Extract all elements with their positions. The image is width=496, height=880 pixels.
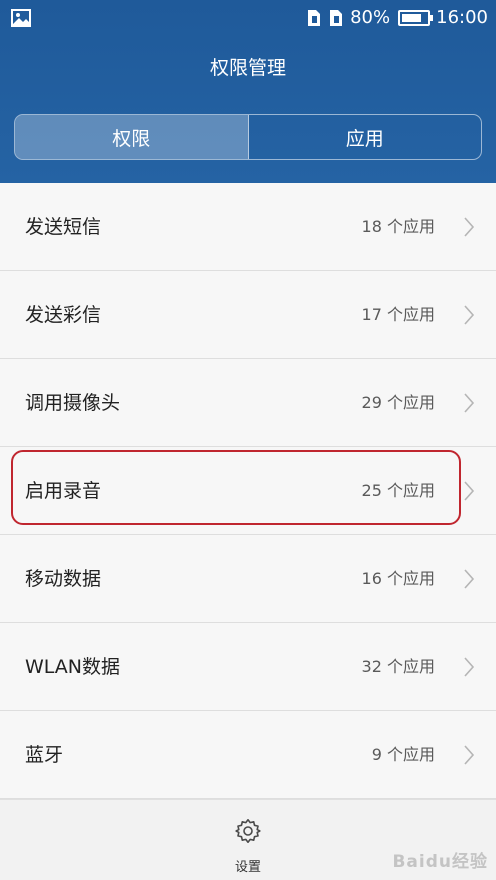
permission-label: 蓝牙 [25,744,64,766]
tab-switcher: 权限 应用 [14,114,482,160]
app-count: 16 个应用 [361,569,435,588]
status-bar: 80% 16:00 [0,0,496,36]
permission-row-camera[interactable]: 调用摄像头 29 个应用 [0,359,496,447]
chevron-right-icon [464,393,475,413]
bottom-bar: 设置 Baidu经验 [0,799,496,880]
app-count: 29 个应用 [361,393,435,412]
permission-row-mobile-data[interactable]: 移动数据 16 个应用 [0,535,496,623]
permission-row-record-audio[interactable]: 启用录音 25 个应用 [0,447,496,535]
app-count: 25 个应用 [361,481,435,500]
settings-button[interactable]: 设置 [218,816,278,876]
sim-card-2-icon [330,10,343,26]
permission-label: 移动数据 [25,568,102,590]
permission-label: 发送彩信 [25,304,102,326]
permission-row-wlan-data[interactable]: WLAN数据 32 个应用 [0,623,496,711]
permission-list: 发送短信 18 个应用 发送彩信 17 个应用 调用摄像头 29 个应用 启用录… [0,183,496,799]
chevron-right-icon [464,481,475,501]
permission-row-bluetooth[interactable]: 蓝牙 9 个应用 [0,711,496,799]
watermark: Baidu经验 [392,852,488,872]
tab-apps[interactable]: 应用 [249,115,482,159]
chevron-right-icon [464,569,475,589]
permission-label: 发送短信 [25,216,102,238]
app-count: 32 个应用 [361,657,435,676]
battery-icon [398,10,434,26]
tab-permissions[interactable]: 权限 [15,115,249,159]
app-count: 17 个应用 [361,305,435,324]
page-title: 权限管理 [209,57,286,79]
chevron-right-icon [464,305,475,325]
battery-percent: 80% [350,7,391,28]
chevron-right-icon [464,745,475,765]
permission-row-send-sms[interactable]: 发送短信 18 个应用 [0,183,496,271]
gallery-icon [11,9,31,27]
gear-icon [235,819,261,843]
clock: 16:00 [436,7,488,28]
permission-row-send-mms[interactable]: 发送彩信 17 个应用 [0,271,496,359]
header: 80% 16:00 权限管理 权限 应用 [0,0,496,183]
app-count: 18 个应用 [361,217,435,236]
permission-label: WLAN数据 [25,656,121,678]
chevron-right-icon [464,657,475,677]
settings-label: 设置 [234,860,261,875]
permission-label: 启用录音 [25,480,102,502]
permission-label: 调用摄像头 [25,392,121,414]
chevron-right-icon [464,217,475,237]
app-count: 9 个应用 [371,745,435,764]
sim-card-1-icon [308,10,321,26]
